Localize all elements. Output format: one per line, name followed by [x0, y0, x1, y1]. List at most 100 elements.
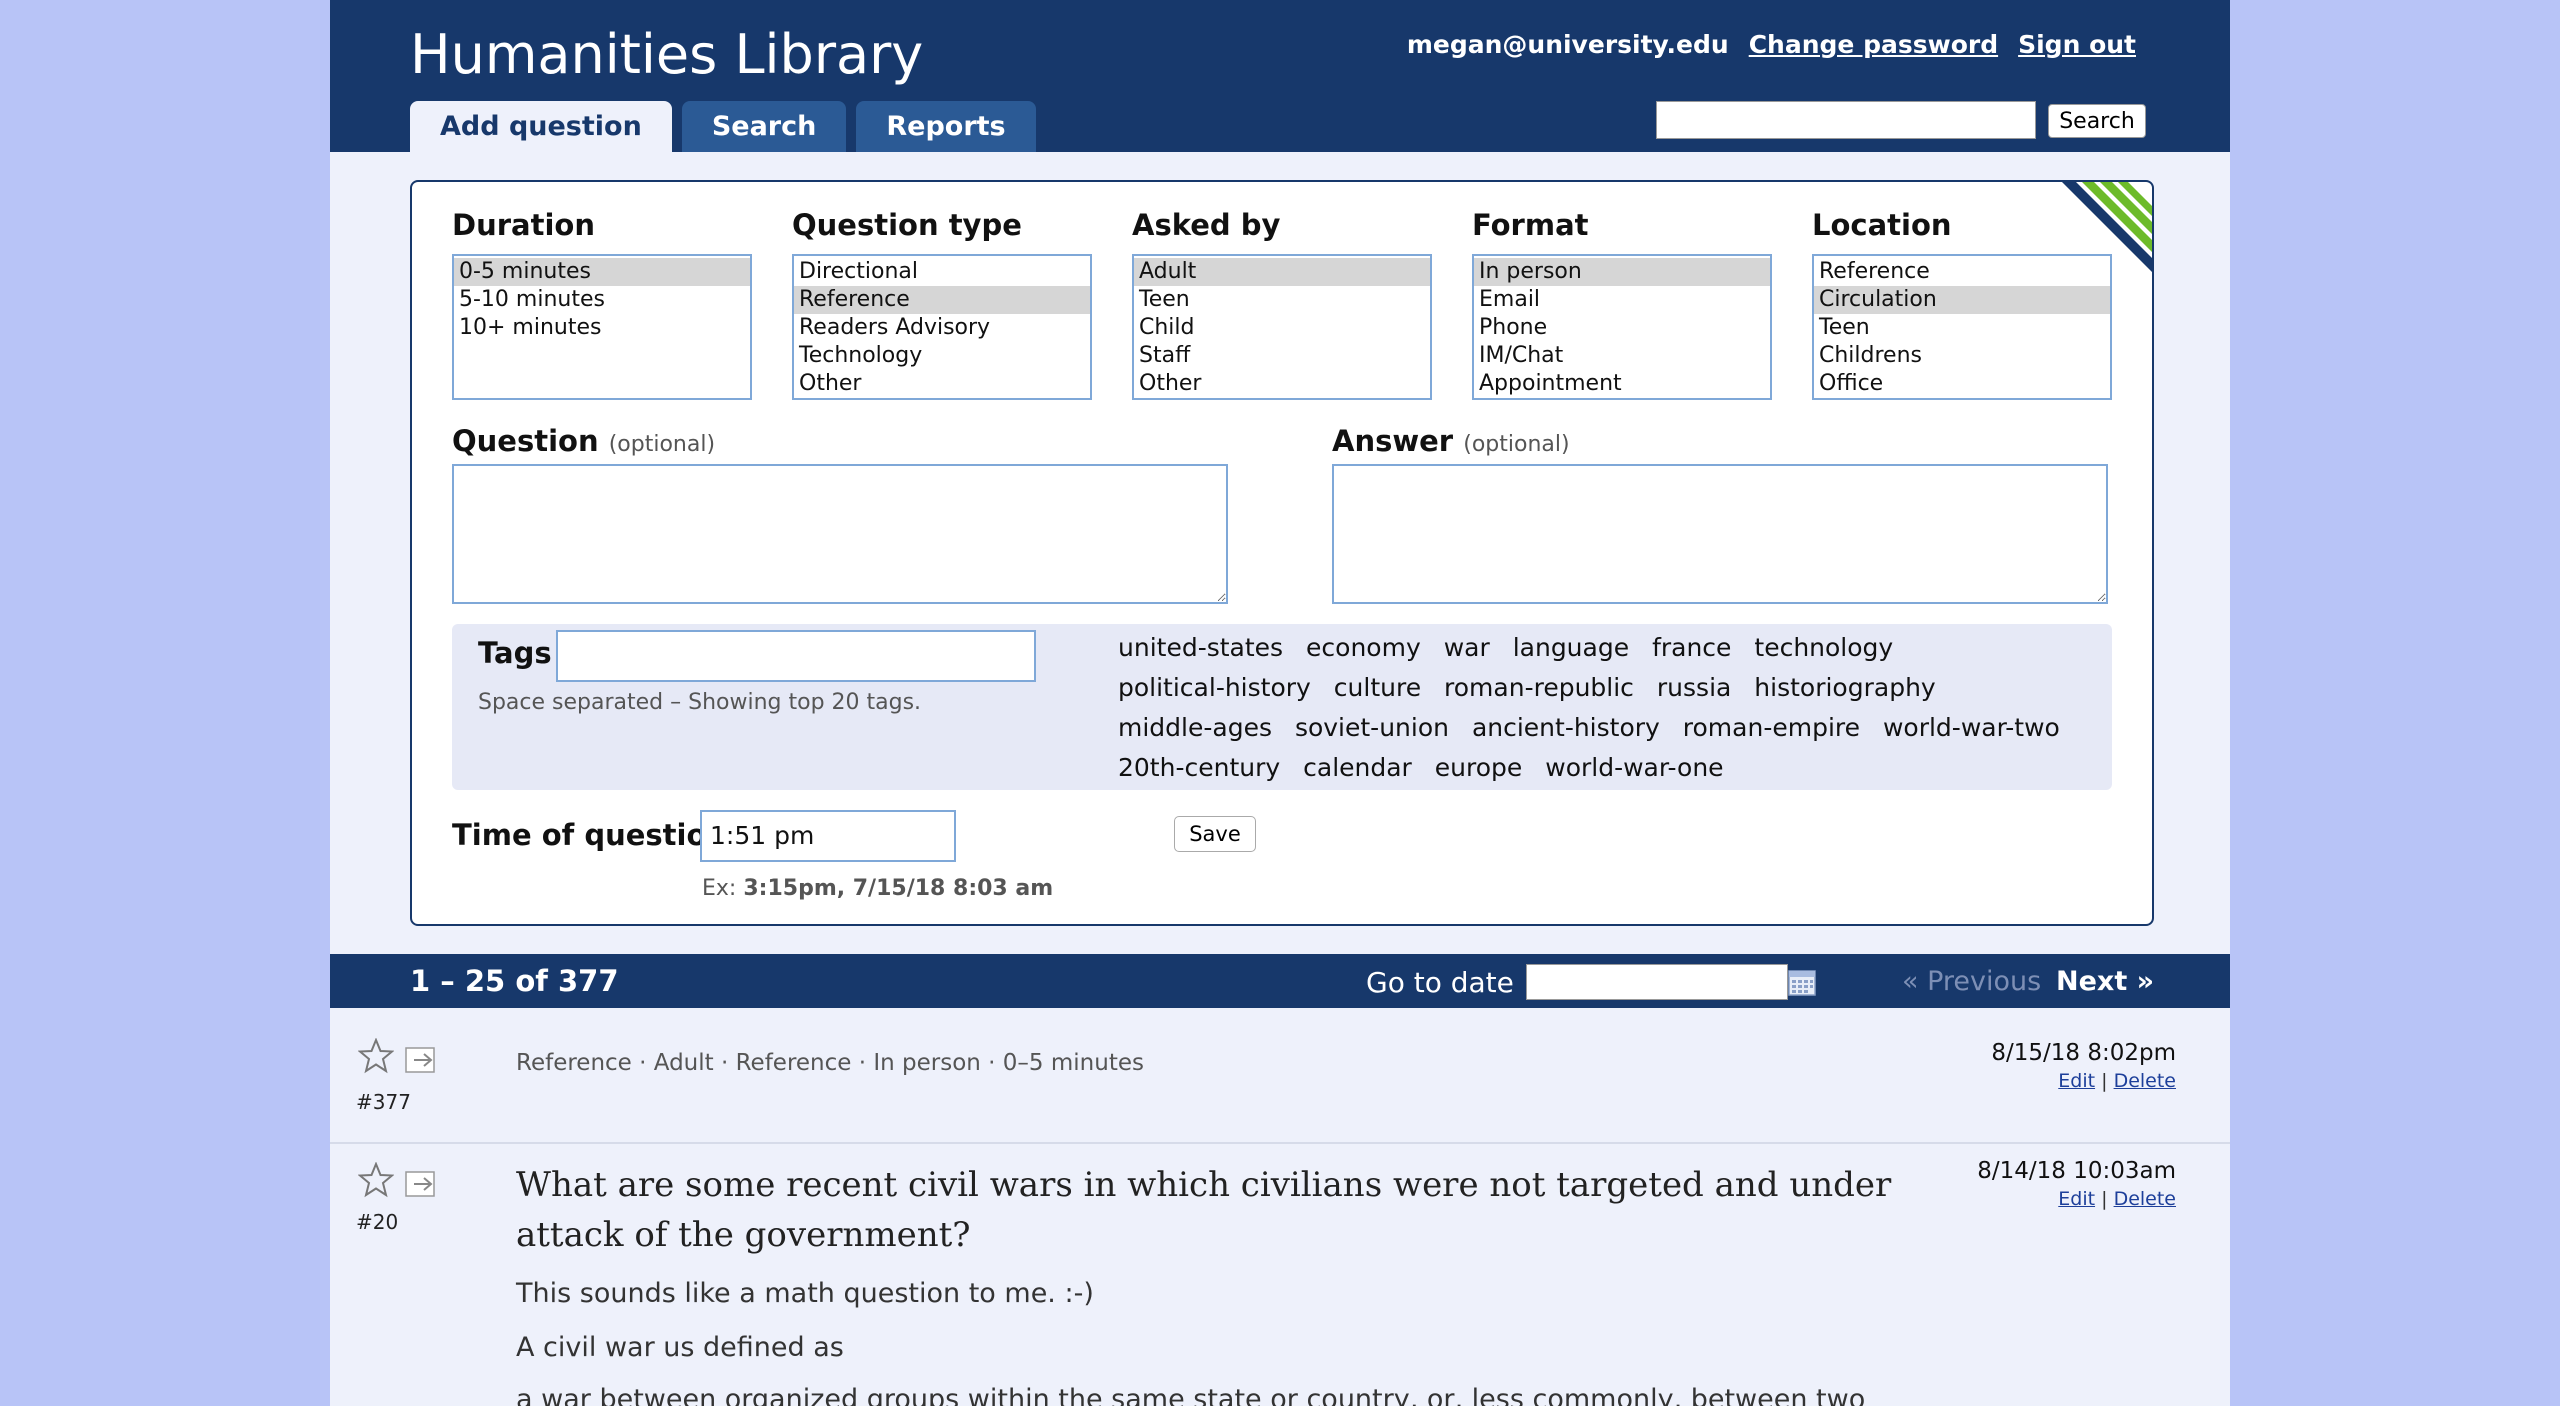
location-option[interactable]: Childrens: [1814, 342, 2110, 370]
tag-link[interactable]: language: [1513, 628, 1629, 668]
sign-out-link[interactable]: Sign out: [2018, 30, 2136, 59]
go-to-date-label: Go to date: [1366, 966, 1514, 999]
user-email: megan@university.edu: [1406, 30, 1729, 59]
time-hint: Ex: 3:15pm, 7/15/18 8:03 am: [702, 876, 1053, 901]
tags-input[interactable]: [556, 630, 1036, 682]
change-password-link[interactable]: Change password: [1749, 30, 1998, 59]
question-type-field: Question type Directional Reference Read…: [792, 208, 1092, 400]
tag-link[interactable]: economy: [1306, 628, 1421, 668]
asked-by-listbox[interactable]: Adult Teen Child Staff Other: [1132, 254, 1432, 400]
entry-answer-line: A civil war us defined as: [516, 1332, 844, 1363]
tag-link[interactable]: historiography: [1754, 668, 1935, 708]
tab-add-question[interactable]: Add question: [410, 101, 672, 152]
duration-listbox[interactable]: 0-5 minutes 5-10 minutes 10+ minutes: [452, 254, 752, 400]
format-option[interactable]: In person: [1474, 258, 1770, 286]
question-type-option[interactable]: Technology: [794, 342, 1090, 370]
tag-link[interactable]: 20th-century: [1118, 748, 1280, 788]
asked-by-field: Asked by Adult Teen Child Staff Other: [1132, 208, 1432, 400]
tag-link[interactable]: technology: [1754, 628, 1893, 668]
delete-link[interactable]: Delete: [2114, 1188, 2176, 1210]
save-button[interactable]: Save: [1174, 816, 1256, 852]
format-option[interactable]: Phone: [1474, 314, 1770, 342]
duration-option[interactable]: 10+ minutes: [454, 314, 750, 342]
previous-page-link: « Previous: [1902, 966, 2042, 997]
location-option[interactable]: Teen: [1814, 314, 2110, 342]
delete-link[interactable]: Delete: [2114, 1070, 2176, 1092]
location-option[interactable]: Office: [1814, 370, 2110, 398]
asked-by-option[interactable]: Child: [1134, 314, 1430, 342]
tag-link[interactable]: war: [1444, 628, 1490, 668]
calendar-icon[interactable]: [1788, 968, 1816, 996]
next-page-link[interactable]: Next »: [2056, 966, 2154, 997]
question-type-option[interactable]: Readers Advisory: [794, 314, 1090, 342]
entry-question-title: What are some recent civil wars in which…: [516, 1165, 1892, 1255]
add-question-form: Duration 0-5 minutes 5-10 minutes 10+ mi…: [410, 180, 2154, 926]
tag-link[interactable]: middle-ages: [1118, 708, 1272, 748]
tag-link[interactable]: roman-republic: [1444, 668, 1634, 708]
header-search-input[interactable]: [1656, 101, 2036, 139]
asked-by-option[interactable]: Other: [1134, 370, 1430, 398]
tag-link[interactable]: political-history: [1118, 668, 1311, 708]
question-type-listbox[interactable]: Directional Reference Readers Advisory T…: [792, 254, 1092, 400]
entry-number: #20: [356, 1210, 399, 1234]
format-option[interactable]: IM/Chat: [1474, 342, 1770, 370]
question-type-option[interactable]: Directional: [794, 258, 1090, 286]
format-option[interactable]: Email: [1474, 286, 1770, 314]
tag-link[interactable]: culture: [1334, 668, 1421, 708]
edit-link[interactable]: Edit: [2058, 1188, 2095, 1210]
question-type-option[interactable]: Reference: [794, 286, 1090, 314]
question-label-text: Question: [452, 424, 599, 458]
format-option[interactable]: Appointment: [1474, 370, 1770, 398]
tag-link[interactable]: united-states: [1118, 628, 1283, 668]
question-type-label: Question type: [792, 208, 1022, 242]
header-search-button[interactable]: Search: [2048, 104, 2146, 138]
asked-by-option[interactable]: Adult: [1134, 258, 1430, 286]
format-label: Format: [1472, 208, 1589, 242]
location-label: Location: [1812, 208, 1952, 242]
tag-link[interactable]: world-war-one: [1545, 748, 1723, 788]
go-to-date-input[interactable]: [1526, 964, 1788, 1000]
star-icon[interactable]: [358, 1038, 394, 1074]
forward-arrow-icon[interactable]: [404, 1166, 442, 1200]
entry-date: 8/15/18 8:02pm: [1991, 1040, 2176, 1066]
question-field: Question (optional): [452, 424, 1228, 604]
tag-link[interactable]: world-war-two: [1883, 708, 2060, 748]
tag-link[interactable]: soviet-union: [1295, 708, 1449, 748]
location-option[interactable]: Circulation: [1814, 286, 2110, 314]
location-field: Location Reference Circulation Teen Chil…: [1812, 208, 2112, 400]
asked-by-option[interactable]: Staff: [1134, 342, 1430, 370]
tag-link[interactable]: russia: [1657, 668, 1731, 708]
answer-textarea[interactable]: [1332, 464, 2108, 604]
duration-option[interactable]: 0-5 minutes: [454, 258, 750, 286]
tab-search[interactable]: Search: [681, 101, 847, 152]
duration-option[interactable]: 5-10 minutes: [454, 286, 750, 314]
action-separator: |: [2101, 1070, 2108, 1092]
tag-link[interactable]: france: [1652, 628, 1731, 668]
question-optional-note: (optional): [608, 432, 716, 457]
location-listbox[interactable]: Reference Circulation Teen Childrens Off…: [1812, 254, 2112, 400]
tag-link[interactable]: calendar: [1303, 748, 1412, 788]
asked-by-option[interactable]: Teen: [1134, 286, 1430, 314]
tag-link[interactable]: ancient-history: [1472, 708, 1660, 748]
asked-by-label: Asked by: [1132, 208, 1281, 242]
edit-link[interactable]: Edit: [2058, 1070, 2095, 1092]
question-type-option[interactable]: Other: [794, 370, 1090, 398]
tag-link[interactable]: europe: [1435, 748, 1523, 788]
tag-link[interactable]: roman-empire: [1683, 708, 1860, 748]
forward-arrow-icon[interactable]: [404, 1042, 442, 1076]
star-icon[interactable]: [358, 1162, 394, 1198]
time-of-question-input[interactable]: 1:51 pm: [700, 810, 956, 862]
format-listbox[interactable]: In person Email Phone IM/Chat Appointmen…: [1472, 254, 1772, 400]
entry-number: #377: [356, 1090, 411, 1114]
action-separator: |: [2101, 1188, 2108, 1210]
entry-date: 8/14/18 10:03am: [1977, 1158, 2176, 1184]
page: Humanities Library megan@university.edu …: [330, 0, 2230, 1406]
duration-label: Duration: [452, 208, 595, 242]
user-links: megan@university.edu Change password Sig…: [1407, 30, 2136, 59]
entry-meta: Reference · Adult · Reference · In perso…: [516, 1050, 1144, 1076]
tab-reports[interactable]: Reports: [856, 101, 1036, 152]
location-option[interactable]: Reference: [1814, 258, 2110, 286]
question-textarea[interactable]: [452, 464, 1228, 604]
entry-date-actions: 8/15/18 8:02pm Edit | Delete: [1991, 1040, 2176, 1092]
tags-hint: Space separated – Showing top 20 tags.: [478, 690, 922, 715]
